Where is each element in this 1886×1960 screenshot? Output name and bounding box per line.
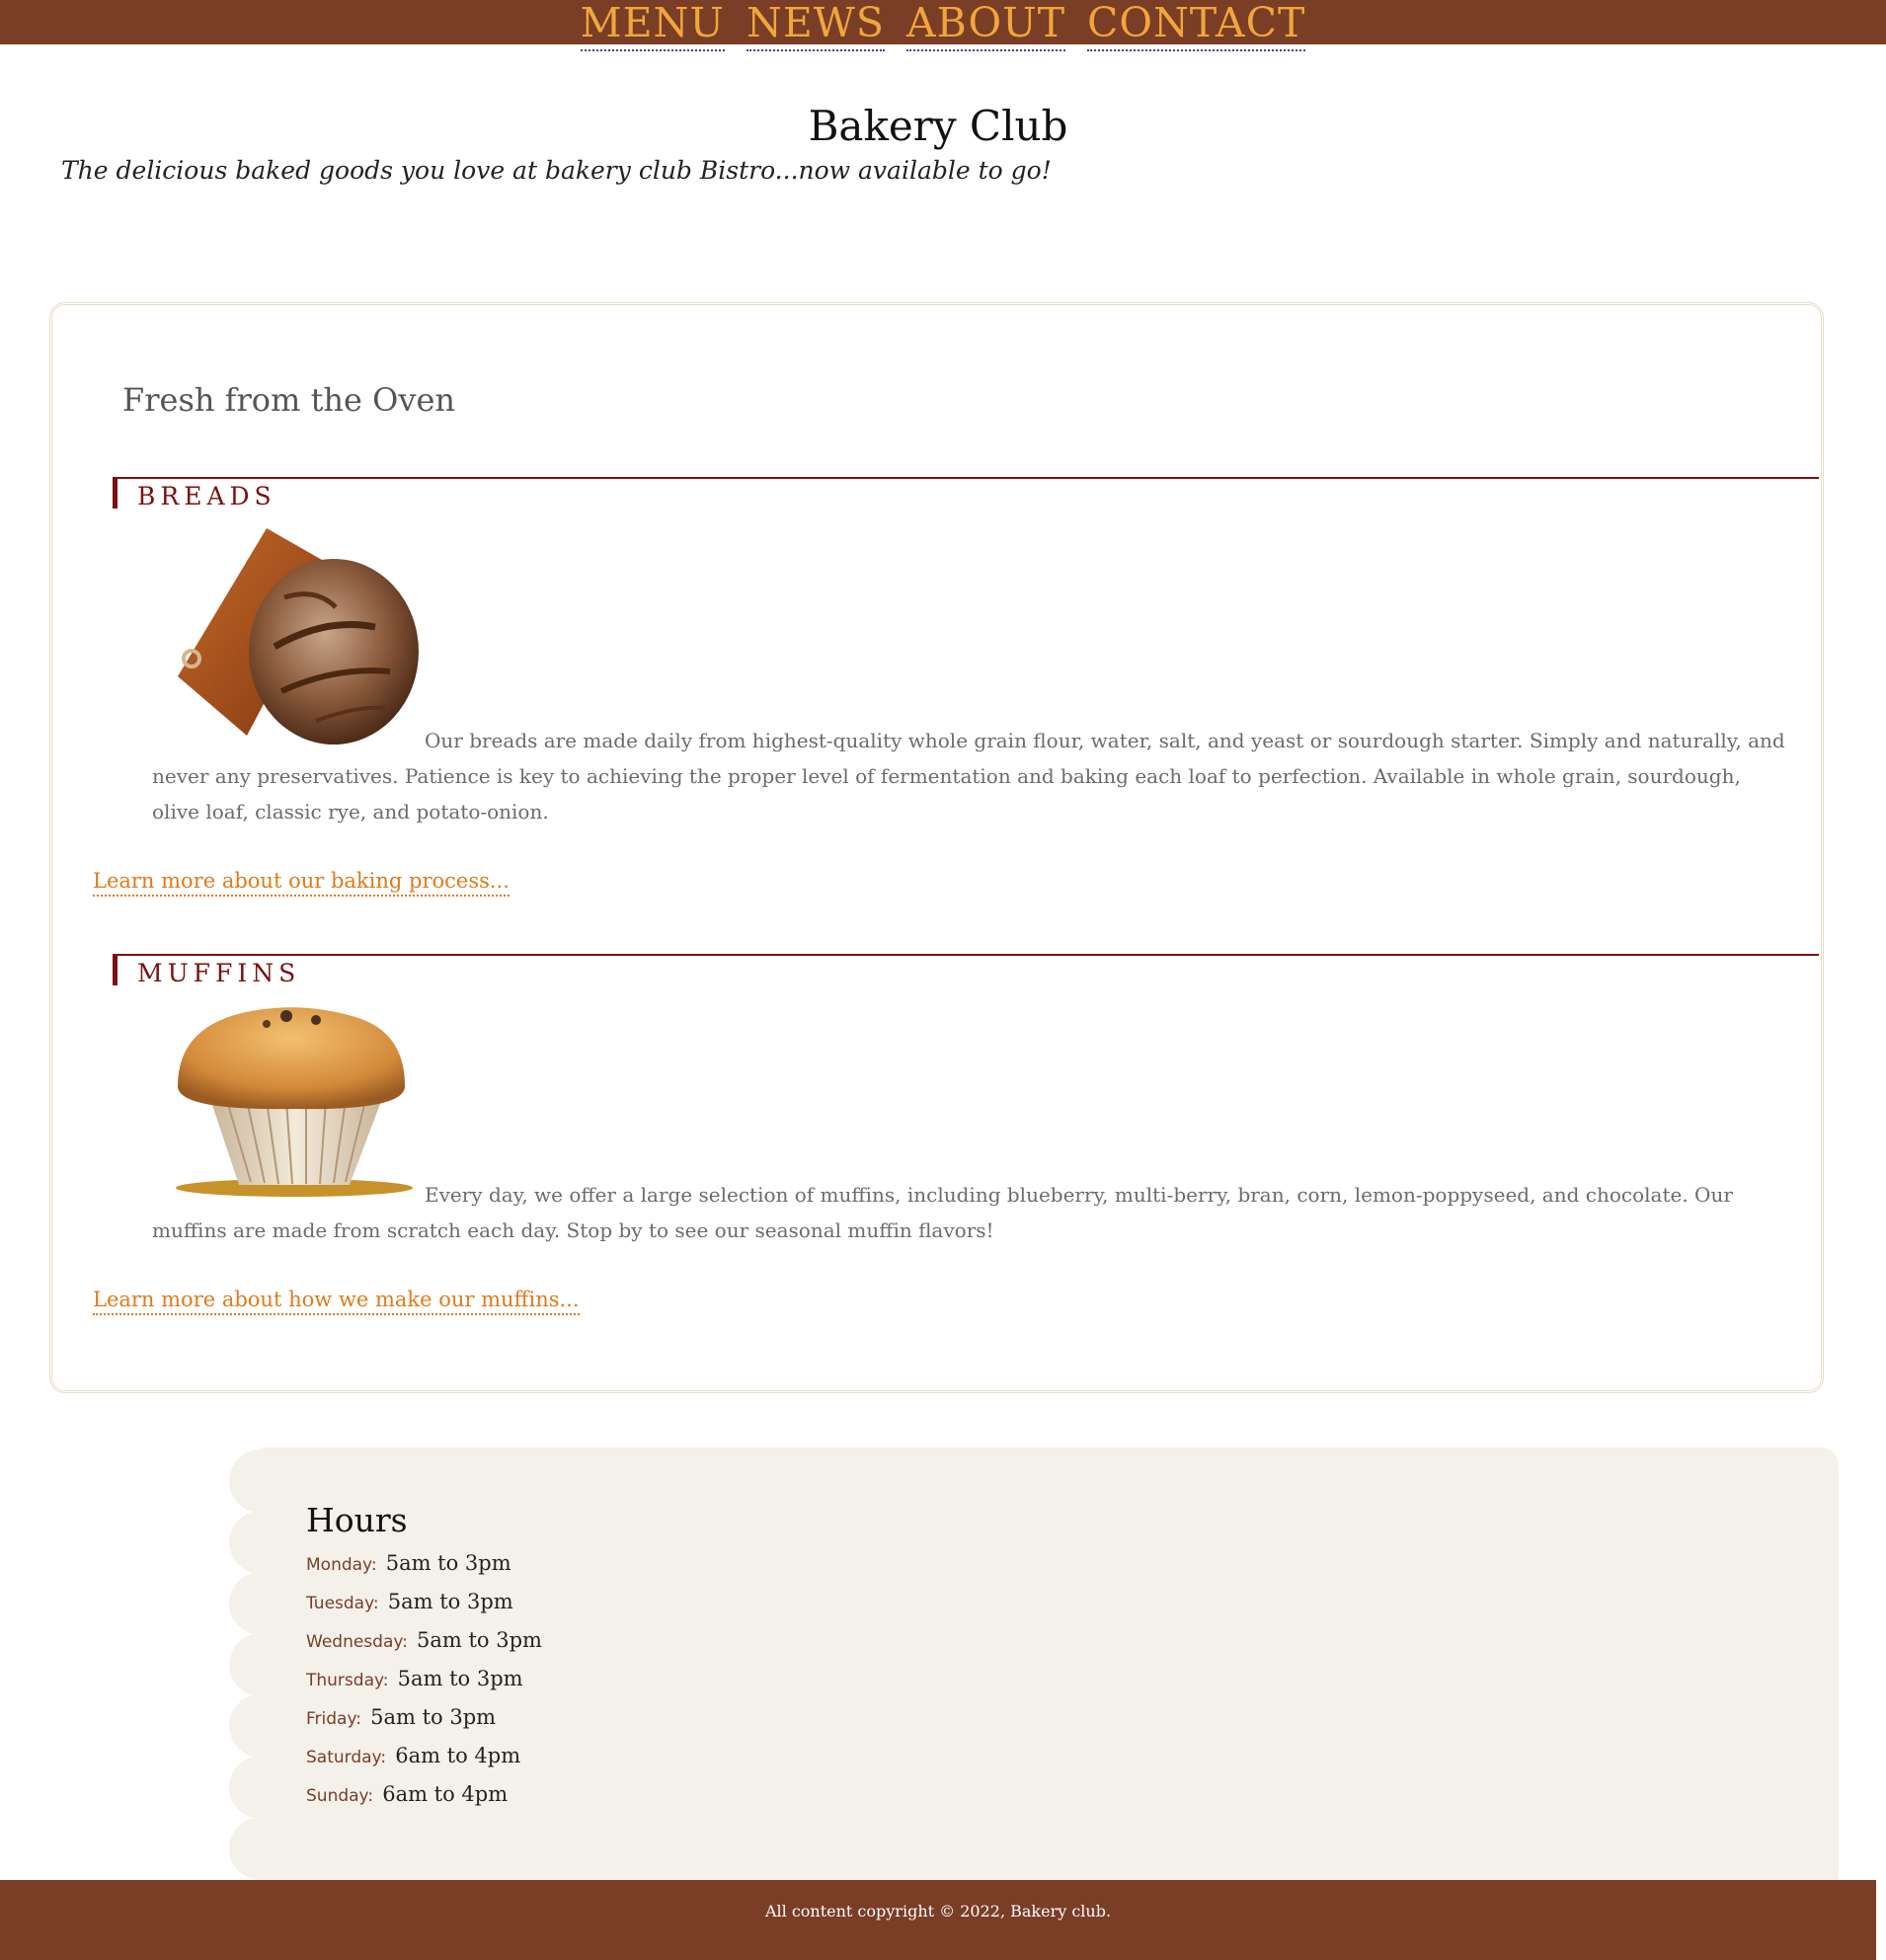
hours-row: Thursday: 5am to 3pm xyxy=(306,1664,542,1702)
hours-title: Hours xyxy=(306,1501,408,1539)
copyright-text: All content copyright © 2022, Bakery clu… xyxy=(764,1902,1112,1921)
site-title: Bakery Club xyxy=(808,102,1068,150)
category-header-muffins: MUFFINS xyxy=(113,954,1819,987)
hours-row: Tuesday: 5am to 3pm xyxy=(306,1587,542,1625)
hours-row: Monday: 5am to 3pm xyxy=(306,1548,542,1587)
day-label: Thursday: xyxy=(306,1671,389,1690)
hours-row: Wednesday: 5am to 3pm xyxy=(306,1625,542,1664)
nav-contact-link[interactable]: CONTACT xyxy=(1087,0,1306,51)
time-value: 6am to 4pm xyxy=(395,1744,521,1767)
nav-menu-link[interactable]: MENU xyxy=(580,0,725,51)
hours-row: Friday: 5am to 3pm xyxy=(306,1702,542,1741)
nav-news-link[interactable]: NEWS xyxy=(746,0,886,51)
day-label: Monday: xyxy=(306,1555,377,1575)
muffin-icon xyxy=(176,1007,413,1197)
category-label: BREADS xyxy=(137,482,276,510)
time-value: 5am to 3pm xyxy=(370,1705,497,1729)
time-value: 5am to 3pm xyxy=(397,1667,523,1690)
bread-loaf-icon xyxy=(178,528,419,745)
time-value: 6am to 4pm xyxy=(382,1782,509,1806)
day-label: Friday: xyxy=(306,1709,362,1729)
baking-process-link[interactable]: Learn more about our baking process... xyxy=(93,867,510,897)
day-label: Saturday: xyxy=(306,1748,387,1767)
category-label: MUFFINS xyxy=(137,959,301,987)
muffins-description: Every day, we offer a large selection of… xyxy=(152,1183,1733,1242)
main-nav: MENU NEWS ABOUT CONTACT xyxy=(0,0,1886,55)
time-value: 5am to 3pm xyxy=(417,1628,542,1652)
scalloped-edge xyxy=(227,1448,286,1880)
time-value: 5am to 3pm xyxy=(385,1551,511,1575)
section-heading: Fresh from the Oven xyxy=(122,381,455,419)
hours-row: Sunday: 6am to 4pm xyxy=(306,1779,542,1818)
muffins-process-link[interactable]: Learn more about how we make our muffins… xyxy=(93,1286,580,1315)
hours-list: Monday: 5am to 3pm Tuesday: 5am to 3pm W… xyxy=(306,1548,542,1818)
day-label: Wednesday: xyxy=(306,1632,408,1652)
breads-description: Our breads are made daily from highest-q… xyxy=(152,729,1785,823)
category-header-breads: BREADS xyxy=(113,477,1819,510)
day-label: Tuesday: xyxy=(306,1594,379,1613)
day-label: Sunday: xyxy=(306,1786,374,1806)
nav-about-link[interactable]: ABOUT xyxy=(906,0,1066,51)
hours-row: Saturday: 6am to 4pm xyxy=(306,1741,542,1779)
tagline: The delicious baked goods you love at ba… xyxy=(61,156,1052,185)
time-value: 5am to 3pm xyxy=(387,1590,513,1613)
footer: All content copyright © 2022, Bakery clu… xyxy=(0,1880,1876,1960)
